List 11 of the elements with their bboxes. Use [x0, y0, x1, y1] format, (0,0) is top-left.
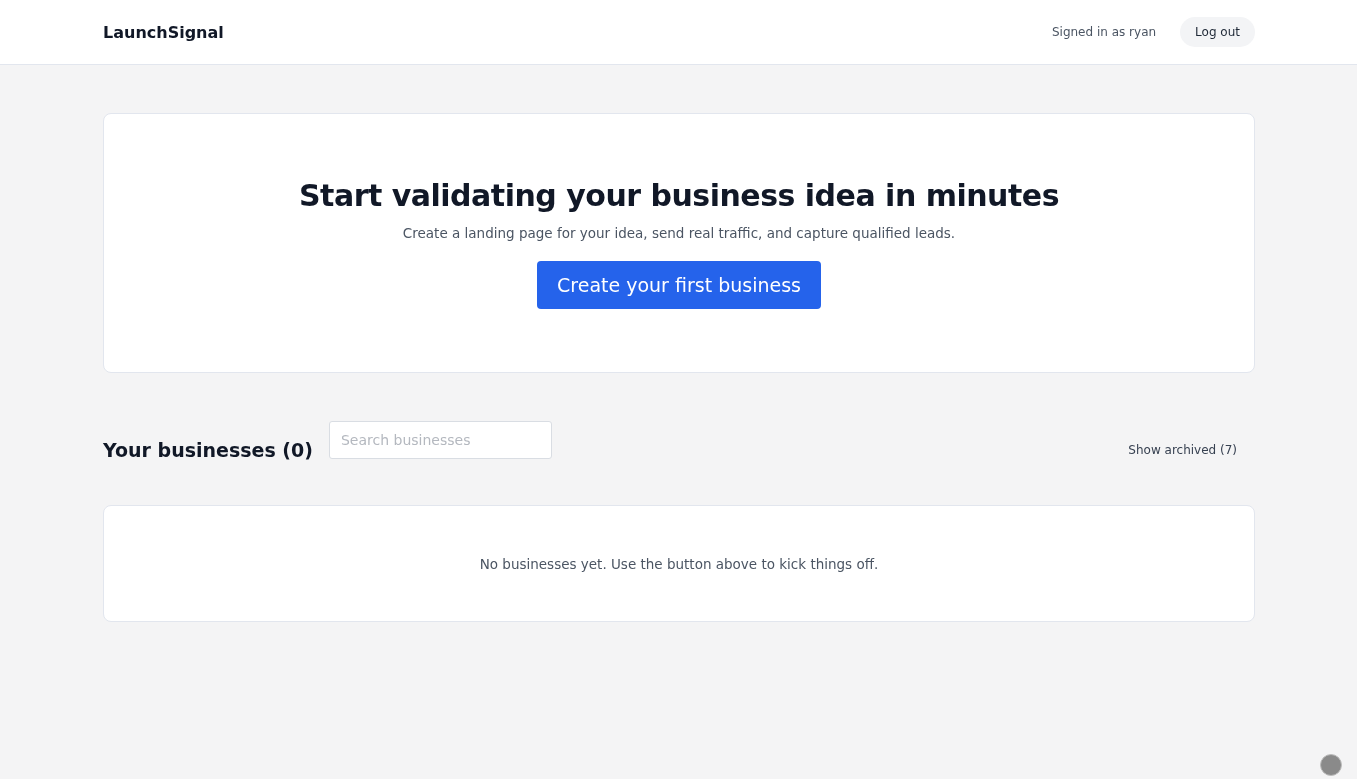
- floating-circle-icon[interactable]: [1320, 754, 1342, 776]
- hero-title: Start validating your business idea in minutes: [298, 178, 1059, 213]
- signed-in-text: Signed in as ryan: [1051, 25, 1157, 39]
- section-heading: Your businesses (0): [103, 439, 313, 461]
- logout-button[interactable]: Log out: [1180, 17, 1255, 47]
- search-field[interactable]: Search businesses: [328, 421, 552, 459]
- brand-name: LaunchSignal: [103, 22, 224, 42]
- show-archived-button[interactable]: Show archived (7): [1122, 442, 1243, 458]
- hero-subtitle: Create a landing page for your idea, send real traffic, and capture qualified leads.: [402, 225, 956, 241]
- create-business-button[interactable]: Create your first business: [537, 261, 821, 309]
- empty-message: No businesses yet. Use the button above to kick things off.: [479, 556, 879, 572]
